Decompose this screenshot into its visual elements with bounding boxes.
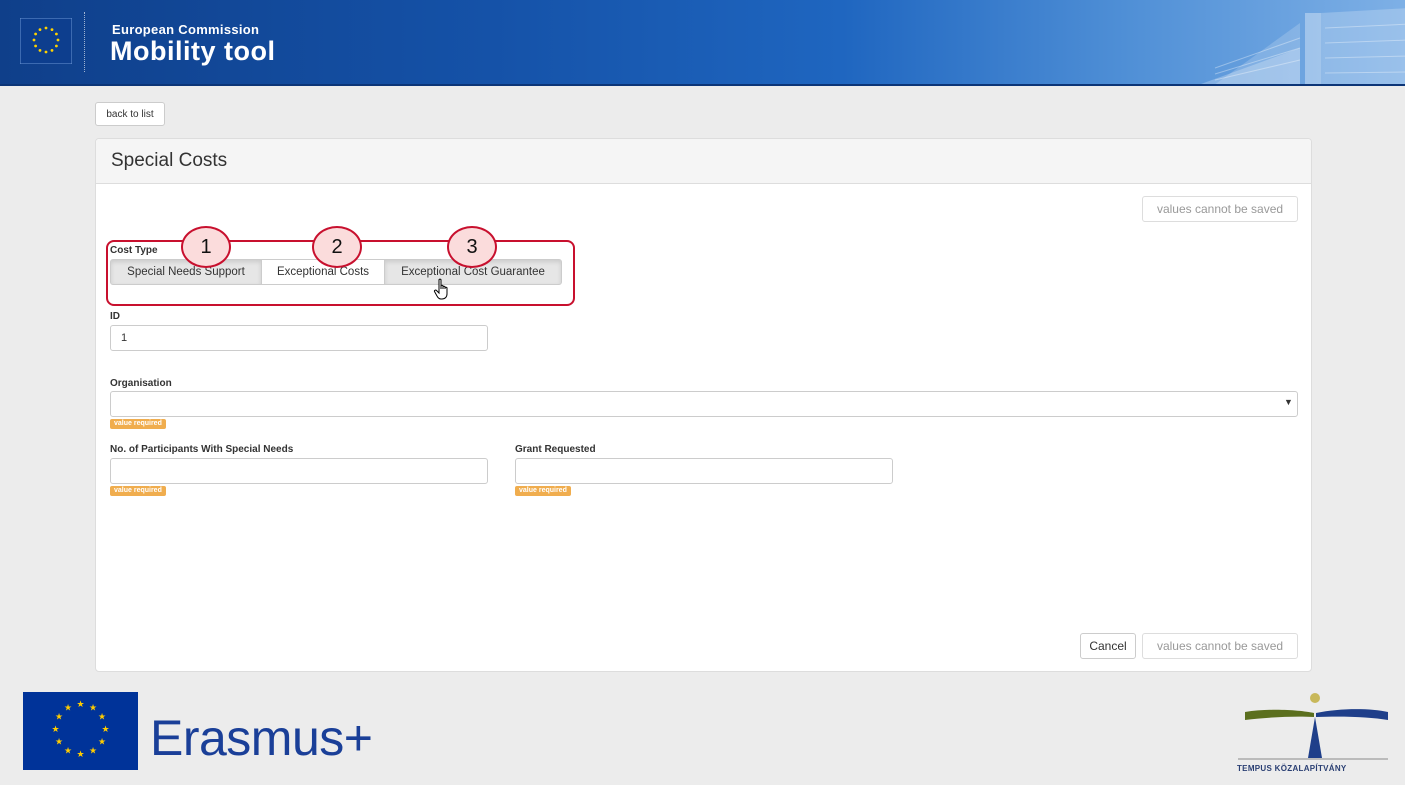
page-title: Special Costs [111, 150, 228, 171]
id-field[interactable] [110, 325, 488, 351]
svg-text:★: ★ [76, 750, 84, 760]
annotation-callout-1: 1 [181, 226, 231, 268]
organisation-required-badge: value required [110, 419, 166, 429]
annotation-callout-2: 2 [312, 226, 362, 268]
svg-text:★: ★ [76, 700, 84, 710]
back-to-list-button[interactable]: back to list [95, 102, 165, 126]
svg-text:★: ★ [64, 704, 72, 714]
svg-text:★: ★ [101, 725, 109, 735]
special-costs-panel: Special Costs values cannot be saved Cos… [95, 138, 1312, 672]
grant-field[interactable] [515, 458, 893, 484]
app-header: European Commission Mobility tool [0, 0, 1405, 86]
id-label: ID [110, 311, 120, 322]
app-title: Mobility tool [110, 36, 276, 66]
svg-text:★: ★ [89, 704, 97, 714]
eu-flag-logo: ★ ★★ ★★★ ★★★ ★★★ [23, 692, 138, 770]
svg-text:★: ★ [98, 738, 106, 748]
erasmus-plus-logo-text: Erasmus+ [150, 710, 373, 766]
hand-pointer-icon [433, 278, 448, 300]
panel-header: Special Costs [96, 139, 1311, 184]
tempus-foundation-text: TEMPUS KÖZALAPÍTVÁNY [1237, 764, 1347, 773]
svg-text:★: ★ [55, 713, 63, 723]
building-graphic [1201, 8, 1405, 84]
organisation-select[interactable] [110, 391, 1298, 417]
participants-label: No. of Participants With Special Needs [110, 444, 294, 455]
header-subtitle: European Commission [112, 22, 260, 37]
save-button-top[interactable]: values cannot be saved [1142, 196, 1298, 222]
dropdown-caret-icon: ▼ [1284, 397, 1293, 407]
svg-text:★: ★ [64, 747, 72, 757]
svg-text:★: ★ [51, 725, 59, 735]
participants-required-badge: value required [110, 486, 166, 496]
participants-field[interactable] [110, 458, 488, 484]
save-button-bottom[interactable]: values cannot be saved [1142, 633, 1298, 659]
tempus-logo-icon [1238, 693, 1388, 760]
annotation-callout-3: 3 [447, 226, 497, 268]
cancel-button[interactable]: Cancel [1080, 633, 1136, 659]
eu-flag-icon [20, 18, 72, 64]
svg-text:★: ★ [98, 713, 106, 723]
header-divider [84, 12, 85, 72]
grant-label: Grant Requested [515, 444, 596, 455]
svg-text:★: ★ [55, 738, 63, 748]
organisation-label: Organisation [110, 378, 172, 389]
svg-text:★: ★ [89, 747, 97, 757]
grant-required-badge: value required [515, 486, 571, 496]
